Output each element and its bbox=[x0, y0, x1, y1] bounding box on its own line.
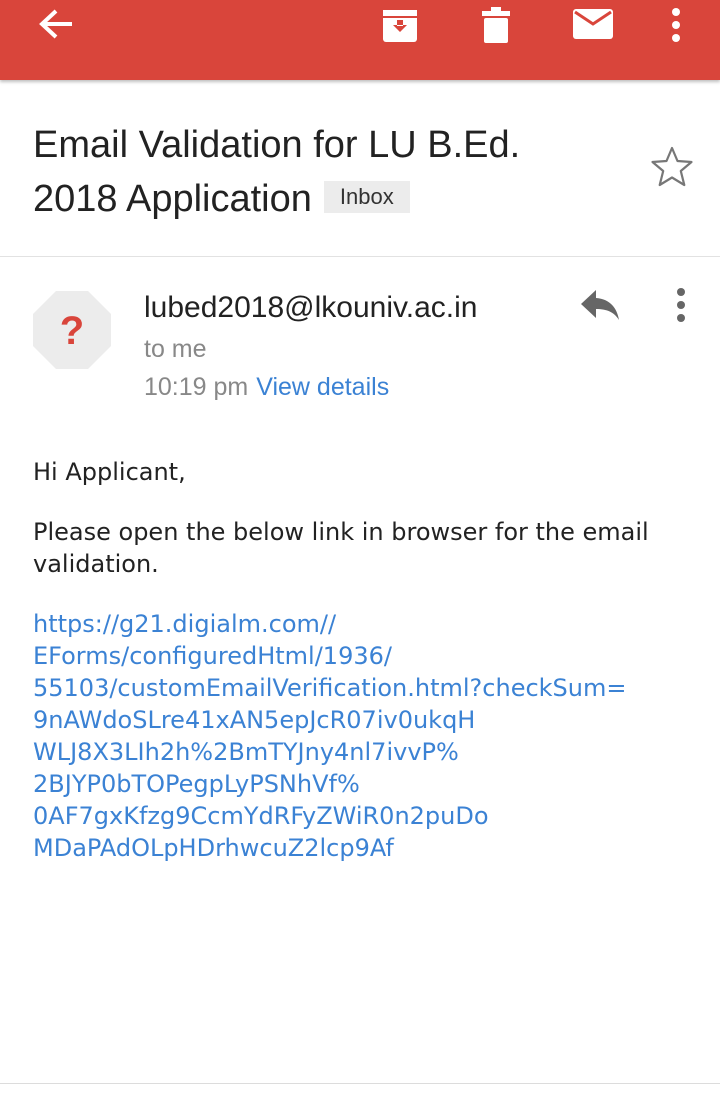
divider bbox=[0, 1083, 720, 1084]
validation-link[interactable]: https://g21.digialm.com// EForms/configu… bbox=[33, 608, 683, 864]
more-vert-icon[interactable] bbox=[662, 4, 690, 46]
link-line[interactable]: EForms/configuredHtml/1936/ bbox=[33, 640, 683, 672]
greeting-text: Hi Applicant, bbox=[33, 458, 186, 486]
trash-icon[interactable] bbox=[476, 4, 516, 46]
app-bar bbox=[0, 0, 720, 80]
timestamp-row: 10:19 pm View details bbox=[144, 370, 389, 404]
email-time: 10:19 pm bbox=[144, 373, 249, 401]
link-line[interactable]: 55103/customEmailVerification.html?check… bbox=[33, 672, 683, 704]
link-line[interactable]: 9nAWdoSLre41xAN5epJcR07iv0ukqH bbox=[33, 704, 683, 736]
subject-line-2: 2018 Application bbox=[33, 178, 312, 220]
star-icon[interactable] bbox=[650, 146, 694, 192]
link-line[interactable]: 0AF7gxKfzg9CcmYdRFyZWiR0n2puDo bbox=[33, 800, 683, 832]
link-line[interactable]: MDaPAdOLpHDrhwcuZ2lcp9Af bbox=[33, 832, 683, 864]
message-body: Hi Applicant, Please open the below link… bbox=[33, 456, 683, 864]
sender-address[interactable]: lubed2018@lkouniv.ac.in bbox=[144, 288, 477, 328]
link-line[interactable]: WLJ8X3LIh2h%2BmTYJny4nl7ivvP% bbox=[33, 736, 683, 768]
message-more-icon[interactable] bbox=[670, 286, 692, 328]
sender-avatar[interactable]: ? bbox=[32, 290, 112, 370]
link-line[interactable]: https://g21.digialm.com// bbox=[33, 608, 683, 640]
message-text: Please open the below link in browser fo… bbox=[33, 518, 649, 578]
inbox-label-badge[interactable]: Inbox bbox=[323, 180, 410, 213]
avatar-glyph: ? bbox=[60, 309, 84, 353]
reply-icon[interactable] bbox=[578, 286, 622, 328]
back-arrow-icon[interactable] bbox=[34, 4, 78, 44]
archive-icon[interactable] bbox=[378, 4, 422, 46]
recipient-label: to me bbox=[144, 335, 207, 363]
email-subject: Email Validation for LU B.Ed. 2018 Appli… bbox=[33, 118, 593, 226]
subject-header: Email Validation for LU B.Ed. 2018 Appli… bbox=[0, 80, 720, 257]
subject-line-1: Email Validation for LU B.Ed. bbox=[33, 124, 521, 166]
mail-icon[interactable] bbox=[568, 4, 618, 44]
view-details-link[interactable]: View details bbox=[256, 373, 389, 401]
link-line[interactable]: 2BJYP0bTOPegpLyPSNhVf% bbox=[33, 768, 683, 800]
